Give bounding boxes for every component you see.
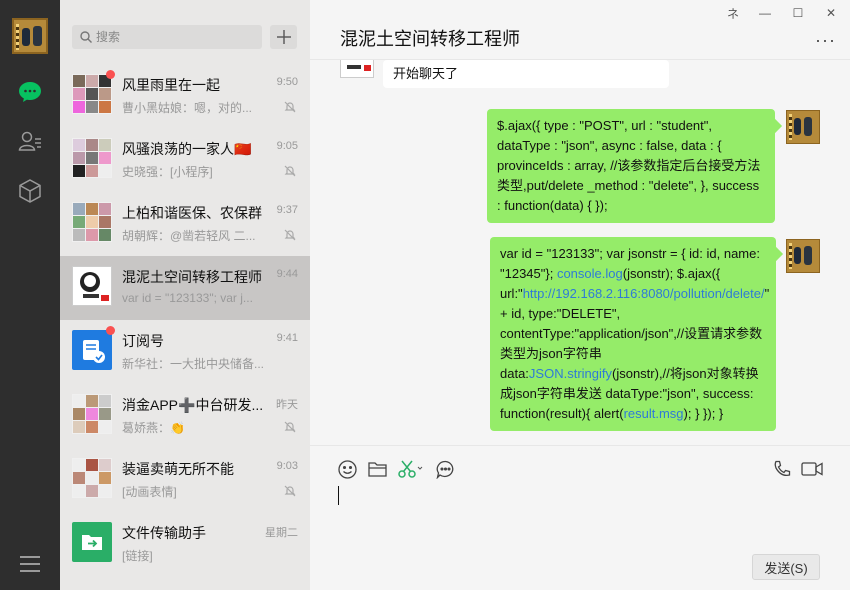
- chat-name: 风里雨里在一起: [122, 77, 220, 93]
- message-bubble-received: 开始聊天了: [383, 60, 669, 88]
- user-avatar: [786, 239, 820, 273]
- message-area: 开始聊天了 $.ajax({ type : "POST", url : "stu…: [310, 60, 850, 445]
- close-button[interactable]: ✕: [820, 4, 842, 22]
- chat-preview: 史晓强：[小程序]: [122, 165, 213, 179]
- chat-time: 9:05: [276, 140, 298, 152]
- chat-list-item[interactable]: 订阅号 9:41 新华社：一大批中央储备...: [60, 320, 310, 384]
- search-input[interactable]: [96, 30, 256, 44]
- chat-history-icon[interactable]: [434, 458, 456, 480]
- chat-time: 9:50: [276, 76, 298, 88]
- chat-name: 装逼卖萌无所不能: [122, 461, 234, 477]
- message-link[interactable]: result.msg: [624, 406, 684, 421]
- input-divider: [310, 445, 850, 446]
- contact-avatar: [72, 266, 112, 306]
- maximize-button[interactable]: ☐: [787, 4, 809, 22]
- message-bubble-sent: $.ajax({ type : "POST", url : "student",…: [487, 109, 775, 223]
- chat-name: 订阅号: [122, 333, 164, 349]
- chat-name: 上柏和谐医保、农保群: [122, 205, 262, 221]
- message-link[interactable]: http://192.168.2.116:8080/pollution/dele…: [523, 286, 765, 301]
- mute-bell-icon: [284, 165, 296, 177]
- chat-title: 混泥土空间转移工程师: [340, 29, 520, 49]
- phone-icon[interactable]: [771, 458, 793, 480]
- chat-name: 风骚浪荡的一家人🇨🇳: [122, 141, 252, 157]
- chat-time: 昨天: [276, 399, 298, 411]
- search-icon: [80, 31, 92, 43]
- chat-list-item[interactable]: 风里雨里在一起 9:50 曹小黑姑娘：嗯，对的...: [60, 64, 310, 128]
- mute-bell-icon: [284, 485, 296, 497]
- chat-preview: [动画表情]: [122, 485, 177, 499]
- chat-header: 混泥土空间转移工程师 ネ — ☐ ✕ ···: [310, 0, 850, 60]
- mute-bell-icon: [284, 229, 296, 241]
- chat-list-panel: 风里雨里在一起 9:50 曹小黑姑娘：嗯，对的... 风骚浪荡的一家人🇨🇳 9:…: [60, 0, 310, 590]
- message-link[interactable]: JSON.stringify: [529, 366, 612, 381]
- chat-time: 9:41: [276, 332, 298, 344]
- chat-preview: [链接]: [122, 549, 153, 563]
- chat-list-item[interactable]: 文件传输助手 星期二 [链接]: [60, 512, 310, 576]
- subscription-avatar: [72, 330, 112, 370]
- chat-time: 9:44: [276, 268, 298, 280]
- folder-icon[interactable]: [366, 458, 388, 480]
- chat-preview: 新华社：一大批中央储备...: [122, 357, 265, 371]
- group-avatar: [72, 74, 112, 114]
- screenshot-scissors-icon[interactable]: [396, 458, 426, 480]
- chat-name: 文件传输助手: [122, 525, 206, 541]
- chat-name: 混泥土空间转移工程师: [122, 269, 262, 285]
- menu-icon[interactable]: [20, 556, 40, 572]
- user-avatar[interactable]: [12, 18, 48, 54]
- message-bubble-sent: var id = "123133"; var jsonstr = { id: i…: [490, 237, 776, 431]
- text-input-cursor[interactable]: [338, 486, 339, 505]
- chat-window: 混泥土空间转移工程师 ネ — ☐ ✕ ··· 开始聊天了 $.ajax({ ty…: [310, 0, 850, 590]
- chat-list-item-active[interactable]: 混泥土空间转移工程师 9:44 var id = "123133"; var j…: [60, 256, 310, 320]
- chat-preview: 曹小黑姑娘：嗯，对的...: [122, 101, 253, 115]
- chat-bubble-icon[interactable]: [16, 78, 44, 106]
- send-button[interactable]: 发送(S): [752, 554, 820, 580]
- chat-name: 消金APP➕中台研发...: [122, 397, 264, 413]
- group-avatar: [72, 458, 112, 498]
- chat-list-item[interactable]: 风骚浪荡的一家人🇨🇳 9:05 史晓强：[小程序]: [60, 128, 310, 192]
- nav-sidebar: [0, 0, 60, 590]
- message-text: 开始聊天了: [393, 66, 459, 81]
- search-box[interactable]: [72, 25, 262, 49]
- chat-list-item[interactable]: 消金APP➕中台研发... 昨天 葛娇燕：👏: [60, 384, 310, 448]
- contacts-icon[interactable]: [16, 127, 44, 155]
- chat-time: 9:03: [276, 460, 298, 472]
- chat-preview: var id = "123133"; var j...: [122, 291, 253, 305]
- user-avatar: [786, 110, 820, 144]
- unread-dot: [106, 326, 115, 335]
- message-text: $.ajax({ type : "POST", url : "student",…: [497, 118, 761, 213]
- mute-bell-icon: [284, 421, 296, 433]
- group-avatar: [72, 394, 112, 434]
- chat-list-item[interactable]: 装逼卖萌无所不能 9:03 [动画表情]: [60, 448, 310, 512]
- plus-icon: [276, 30, 291, 44]
- chat-preview: 葛娇燕：👏: [122, 421, 185, 435]
- chat-preview: 胡朝辉：@凿若轻风 二...: [122, 229, 256, 243]
- contact-avatar: [340, 60, 374, 78]
- group-avatar: [72, 138, 112, 178]
- chat-list-item[interactable]: 上柏和谐医保、农保群 9:37 胡朝辉：@凿若轻风 二...: [60, 192, 310, 256]
- emoji-icon[interactable]: [336, 458, 358, 480]
- file-transfer-avatar: [72, 522, 112, 562]
- chat-time: 9:37: [276, 204, 298, 216]
- group-avatar: [72, 202, 112, 242]
- more-options-button[interactable]: ···: [815, 30, 836, 51]
- message-link[interactable]: console.log: [557, 266, 623, 281]
- message-text: ); } }); }: [683, 406, 724, 421]
- add-chat-button[interactable]: [270, 25, 297, 49]
- pin-button[interactable]: ネ: [722, 4, 744, 22]
- unread-dot: [106, 70, 115, 79]
- chat-time: 星期二: [265, 527, 298, 539]
- minimize-button[interactable]: —: [754, 4, 776, 22]
- cube-icon[interactable]: [16, 177, 44, 205]
- video-call-icon[interactable]: [800, 458, 824, 480]
- mute-bell-icon: [284, 101, 296, 113]
